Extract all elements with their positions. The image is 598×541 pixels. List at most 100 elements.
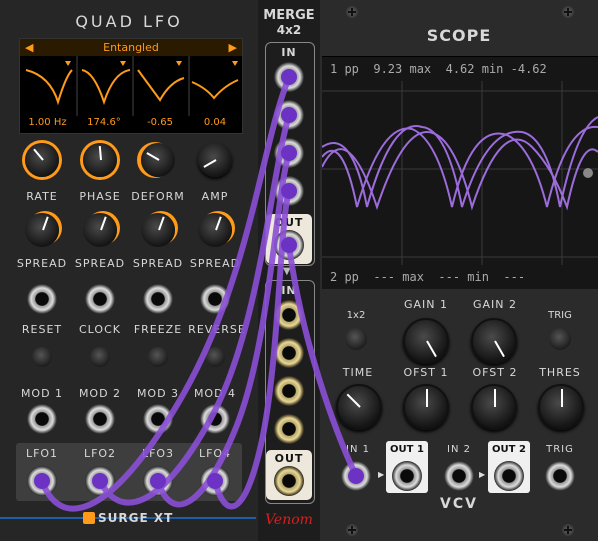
amp-label: AMP: [201, 190, 229, 203]
mod-button-4[interactable]: [205, 347, 225, 367]
mod-jack-4[interactable]: [200, 404, 230, 434]
in2-jack[interactable]: [444, 461, 474, 491]
scope-title: SCOPE: [426, 26, 492, 45]
lfo-waveform-previews: [25, 56, 239, 116]
lfo3-output-jack[interactable]: [143, 466, 173, 496]
merge-in-jack-4[interactable]: [274, 176, 304, 206]
gain2-knob[interactable]: [471, 318, 517, 364]
mod-label-1: MOD 1: [20, 387, 64, 400]
merge-in-jack-6[interactable]: [274, 338, 304, 368]
phase-knob[interactable]: [83, 143, 117, 177]
lfo-display: ◀ Entangled ▶ 1.00 Hz 174.6° -0.65 0.04: [19, 38, 243, 134]
rate-knob[interactable]: [25, 143, 59, 177]
spread-knob-3[interactable]: [141, 213, 175, 247]
reset-jack[interactable]: [27, 284, 57, 314]
screw-bottom-right-icon: [562, 524, 574, 536]
out2-jack[interactable]: [494, 461, 524, 491]
deform-knob[interactable]: [141, 143, 175, 177]
lfo4-label: LFO4: [198, 447, 232, 460]
merge-in-jack-3[interactable]: [274, 138, 304, 168]
preset-bar[interactable]: ◀ Entangled ▶: [20, 39, 242, 56]
mod-jack-3[interactable]: [143, 404, 173, 434]
arrow-right-icon-1: ▶: [378, 470, 385, 479]
ofst2-knob[interactable]: [471, 384, 517, 430]
next-preset-arrow-icon[interactable]: ▶: [229, 41, 237, 54]
spread-knob-4[interactable]: [198, 213, 232, 247]
thres-label: THRES: [539, 366, 581, 379]
lfo1-output-jack[interactable]: [27, 466, 57, 496]
trig-in-jack[interactable]: [545, 461, 575, 491]
mod-jack-2[interactable]: [85, 404, 115, 434]
freeze-label: FREEZE: [133, 323, 183, 336]
scope-trace: [322, 81, 598, 265]
spread-label-4: SPREAD: [189, 257, 241, 270]
mod-button-1[interactable]: [32, 347, 52, 367]
freeze-jack[interactable]: [143, 284, 173, 314]
readout-row: 1.00 Hz 174.6° -0.65 0.04: [20, 117, 242, 133]
lfo2-output-jack[interactable]: [85, 466, 115, 496]
gain2-label: GAIN 2: [472, 298, 518, 311]
spread-knob-2[interactable]: [83, 213, 117, 247]
time-knob[interactable]: [336, 384, 382, 430]
gain1-knob[interactable]: [403, 318, 449, 364]
reverse-jack[interactable]: [200, 284, 230, 314]
trig-button[interactable]: [549, 328, 571, 350]
deform-label: DEFORM: [131, 190, 185, 203]
mode-1x2-button[interactable]: [345, 328, 367, 350]
lfo4-output-jack[interactable]: [200, 466, 230, 496]
merge-in-jack-7[interactable]: [274, 376, 304, 406]
preset-name: Entangled: [103, 41, 159, 54]
spread-knob-1[interactable]: [25, 213, 59, 247]
merge-out-jack-2[interactable]: [274, 466, 304, 496]
out1-label: OUT 1: [390, 444, 424, 455]
mod-label-2: MOD 2: [78, 387, 122, 400]
screw-bottom-left-icon: [346, 524, 358, 536]
mod-button-2[interactable]: [90, 347, 110, 367]
in1-jack[interactable]: [341, 461, 371, 491]
trig-in-label: TRIG: [546, 444, 574, 455]
ofst1-label: OFST 1: [403, 366, 449, 379]
spread-label-1: SPREAD: [16, 257, 68, 270]
mode-1x2-label: 1x2: [346, 310, 366, 321]
merge-out-label-2: OUT: [274, 452, 304, 465]
merge-in-jack-5[interactable]: [274, 300, 304, 330]
merge-brand: Venom: [265, 512, 313, 528]
merge-module: MERGE 4x2 IN OUT ▼ IN OUT Venom: [258, 0, 321, 541]
out1-jack[interactable]: [392, 461, 422, 491]
lfo2-label: LFO2: [83, 447, 117, 460]
ofst2-label: OFST 2: [472, 366, 518, 379]
mod-label-4: MOD 4: [193, 387, 237, 400]
thres-knob[interactable]: [538, 384, 584, 430]
merge-in-jack-8[interactable]: [274, 414, 304, 444]
merge-out-jack-1[interactable]: [274, 230, 304, 260]
merge-subtitle: 4x2: [276, 23, 302, 37]
merge-out-label-1: OUT: [274, 216, 304, 229]
clock-label: CLOCK: [79, 323, 121, 336]
merge-in-jack-1[interactable]: [274, 62, 304, 92]
ofst1-knob[interactable]: [403, 384, 449, 430]
mod-jack-1[interactable]: [27, 404, 57, 434]
gain1-label: GAIN 1: [403, 298, 449, 311]
rate-label: RATE: [26, 190, 58, 203]
phase-readout: 174.6°: [87, 117, 121, 128]
mod-label-3: MOD 3: [136, 387, 180, 400]
lfo1-label: LFO1: [25, 447, 59, 460]
scope-module: SCOPE 1 pp 9.23 max 4.62 min -4.62 2 pp …: [320, 0, 598, 541]
arrow-right-icon-2: ▶: [479, 470, 486, 479]
reverse-label: REVERSE: [188, 323, 246, 336]
spread-label-2: SPREAD: [74, 257, 126, 270]
amp-knob[interactable]: [198, 143, 232, 177]
quad-lfo-module: QUAD LFO ◀ Entangled ▶ 1.00 Hz 174.6° -0…: [0, 0, 260, 541]
trig-label: TRIG: [548, 310, 572, 321]
merge-title: MERGE: [263, 8, 315, 23]
merge-in-label-2: IN: [281, 284, 297, 297]
scope-screen: 1 pp 9.23 max 4.62 min -4.62 2 pp --- ma…: [322, 56, 598, 289]
screw-top-right-icon: [562, 6, 574, 18]
spread-label-3: SPREAD: [132, 257, 184, 270]
clock-jack[interactable]: [85, 284, 115, 314]
merge-arrow-icon: ▼: [283, 266, 291, 277]
mod-button-3[interactable]: [148, 347, 168, 367]
vcv-brand: VCV: [440, 496, 478, 512]
merge-in-jack-2[interactable]: [274, 100, 304, 130]
module-title: QUAD LFO: [75, 12, 183, 31]
